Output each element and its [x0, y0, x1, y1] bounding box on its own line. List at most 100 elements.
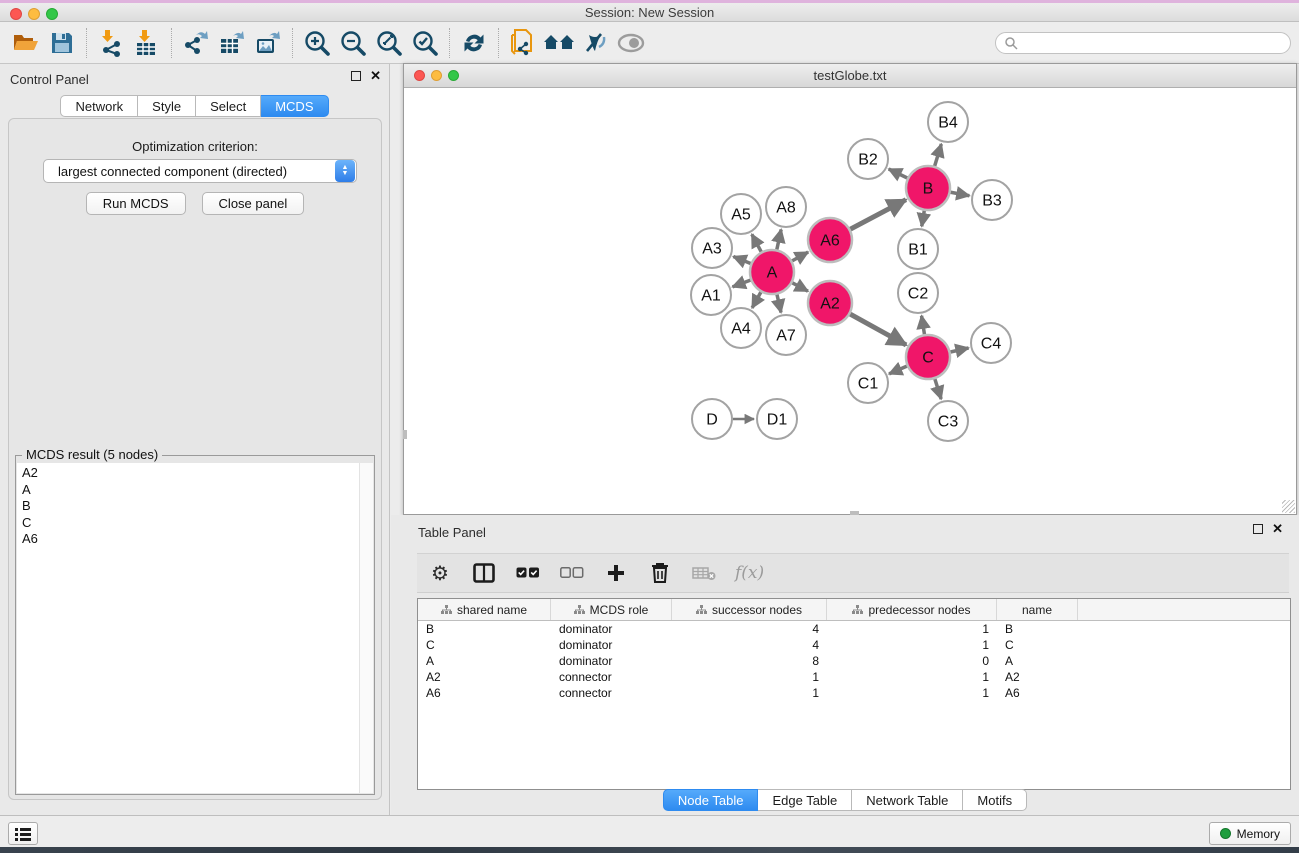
table-cell[interactable]: dominator [551, 622, 672, 636]
delete-table-button[interactable] [691, 560, 717, 586]
edge-C-C1[interactable] [889, 366, 907, 374]
table-cell[interactable]: connector [551, 670, 672, 684]
node-C4[interactable]: C4 [971, 323, 1011, 363]
node-D[interactable]: D [692, 399, 732, 439]
resize-handle-left[interactable] [403, 430, 407, 439]
resize-grip-icon[interactable] [1282, 500, 1295, 513]
node-A5[interactable]: A5 [721, 194, 761, 234]
result-item[interactable]: A2 [22, 465, 359, 482]
mcds-result-list[interactable]: A2ABCA6 [17, 463, 359, 793]
edge-A-A1[interactable] [733, 280, 751, 287]
table-row[interactable]: Bdominator41B [418, 621, 1290, 637]
node-B1[interactable]: B1 [898, 229, 938, 269]
refresh-layout-button[interactable] [456, 27, 492, 59]
table-cell[interactable]: 4 [672, 638, 827, 652]
table-cell[interactable]: 8 [672, 654, 827, 668]
edge-A-A8[interactable] [777, 229, 781, 249]
table-cell[interactable]: dominator [551, 654, 672, 668]
node-A3[interactable]: A3 [692, 228, 732, 268]
table-cell[interactable]: 1 [827, 686, 997, 700]
node-B2[interactable]: B2 [848, 139, 888, 179]
close-panel-button[interactable]: Close panel [202, 192, 305, 215]
edge-B-B2[interactable] [889, 169, 908, 178]
memory-button[interactable]: Memory [1209, 822, 1291, 845]
tab-node-table[interactable]: Node Table [663, 789, 759, 811]
network-graph[interactable]: B4B2BB3A8A5A6A3B1AC2A1A2A4A7C4CC1DD1C3 [404, 89, 1296, 514]
export-table-button[interactable] [214, 27, 250, 59]
table-cell[interactable]: B [418, 622, 551, 636]
node-B4[interactable]: B4 [928, 102, 968, 142]
task-history-button[interactable] [8, 822, 38, 845]
node-C1[interactable]: C1 [848, 363, 888, 403]
table-row[interactable]: A2connector11A2 [418, 669, 1290, 685]
edge-C-C4[interactable] [950, 348, 968, 352]
table-cell[interactable]: 1 [827, 638, 997, 652]
table-row[interactable]: Cdominator41C [418, 637, 1290, 653]
tab-motifs[interactable]: Motifs [963, 789, 1027, 811]
result-item[interactable]: A [22, 482, 359, 499]
tab-select[interactable]: Select [196, 95, 261, 117]
node-A4[interactable]: A4 [721, 308, 761, 348]
zoom-out-button[interactable] [335, 27, 371, 59]
show-hide-button[interactable] [613, 27, 649, 59]
node-A8[interactable]: A8 [766, 187, 806, 227]
open-file-button[interactable] [8, 27, 44, 59]
table-cell[interactable]: A6 [418, 686, 551, 700]
table-cell[interactable]: A2 [418, 670, 551, 684]
result-item[interactable]: C [22, 515, 359, 532]
table-cell[interactable]: 0 [827, 654, 997, 668]
export-network-button[interactable] [178, 27, 214, 59]
cybrowser-button[interactable] [541, 27, 577, 59]
node-D1[interactable]: D1 [757, 399, 797, 439]
result-scrollbar[interactable] [359, 463, 373, 793]
table-cell[interactable]: 1 [672, 670, 827, 684]
edge-A-A4[interactable] [752, 292, 761, 308]
deselect-all-button[interactable] [559, 560, 585, 586]
node-B[interactable]: B [906, 166, 950, 210]
table-cell[interactable]: 1 [827, 670, 997, 684]
table-row[interactable]: A6connector11A6 [418, 685, 1290, 701]
create-column-button[interactable] [603, 560, 629, 586]
tab-edge-table[interactable]: Edge Table [758, 789, 852, 811]
table-cell[interactable]: A [997, 654, 1078, 668]
run-mcds-button[interactable]: Run MCDS [86, 192, 186, 215]
column-header-successor-nodes[interactable]: successor nodes [672, 599, 827, 620]
zoom-selected-button[interactable] [407, 27, 443, 59]
save-session-button[interactable] [44, 27, 80, 59]
table-cell[interactable]: 4 [672, 622, 827, 636]
close-table-panel-icon[interactable]: ✕ [1272, 524, 1283, 534]
node-table[interactable]: shared nameMCDS rolesuccessor nodesprede… [417, 598, 1291, 790]
export-image-button[interactable] [250, 27, 286, 59]
network-from-selection-button[interactable] [505, 27, 541, 59]
node-C3[interactable]: C3 [928, 401, 968, 441]
column-header-predecessor-nodes[interactable]: predecessor nodes [827, 599, 997, 620]
table-cell[interactable]: C [418, 638, 551, 652]
table-cell[interactable]: C [997, 638, 1078, 652]
result-item[interactable]: A6 [22, 531, 359, 548]
table-cell[interactable]: A2 [997, 670, 1078, 684]
zoom-in-button[interactable] [299, 27, 335, 59]
criterion-dropdown[interactable]: largest connected component (directed) ▲… [43, 159, 357, 183]
delete-column-button[interactable] [647, 560, 673, 586]
table-cell[interactable]: A6 [997, 686, 1078, 700]
tab-network[interactable]: Network [60, 95, 138, 117]
edge-A-A6[interactable] [792, 252, 808, 261]
toggle-details-button[interactable] [577, 27, 613, 59]
zoom-fit-button[interactable] [371, 27, 407, 59]
edge-C-C3[interactable] [935, 379, 941, 399]
column-header-shared-name[interactable]: shared name [418, 599, 551, 620]
search-input[interactable] [1018, 36, 1282, 50]
edge-A6-B[interactable] [850, 200, 906, 230]
network-canvas[interactable]: B4B2BB3A8A5A6A3B1AC2A1A2A4A7C4CC1DD1C3 [404, 89, 1296, 514]
node-C2[interactable]: C2 [898, 273, 938, 313]
table-cell[interactable]: 1 [827, 622, 997, 636]
table-cell[interactable]: 1 [672, 686, 827, 700]
edge-B-B1[interactable] [922, 211, 925, 227]
column-view-button[interactable] [471, 560, 497, 586]
tab-network-table[interactable]: Network Table [852, 789, 963, 811]
tab-style[interactable]: Style [138, 95, 196, 117]
search-field[interactable] [995, 32, 1291, 54]
node-C[interactable]: C [906, 335, 950, 379]
table-cell[interactable]: connector [551, 686, 672, 700]
float-table-panel-icon[interactable] [1253, 524, 1263, 534]
